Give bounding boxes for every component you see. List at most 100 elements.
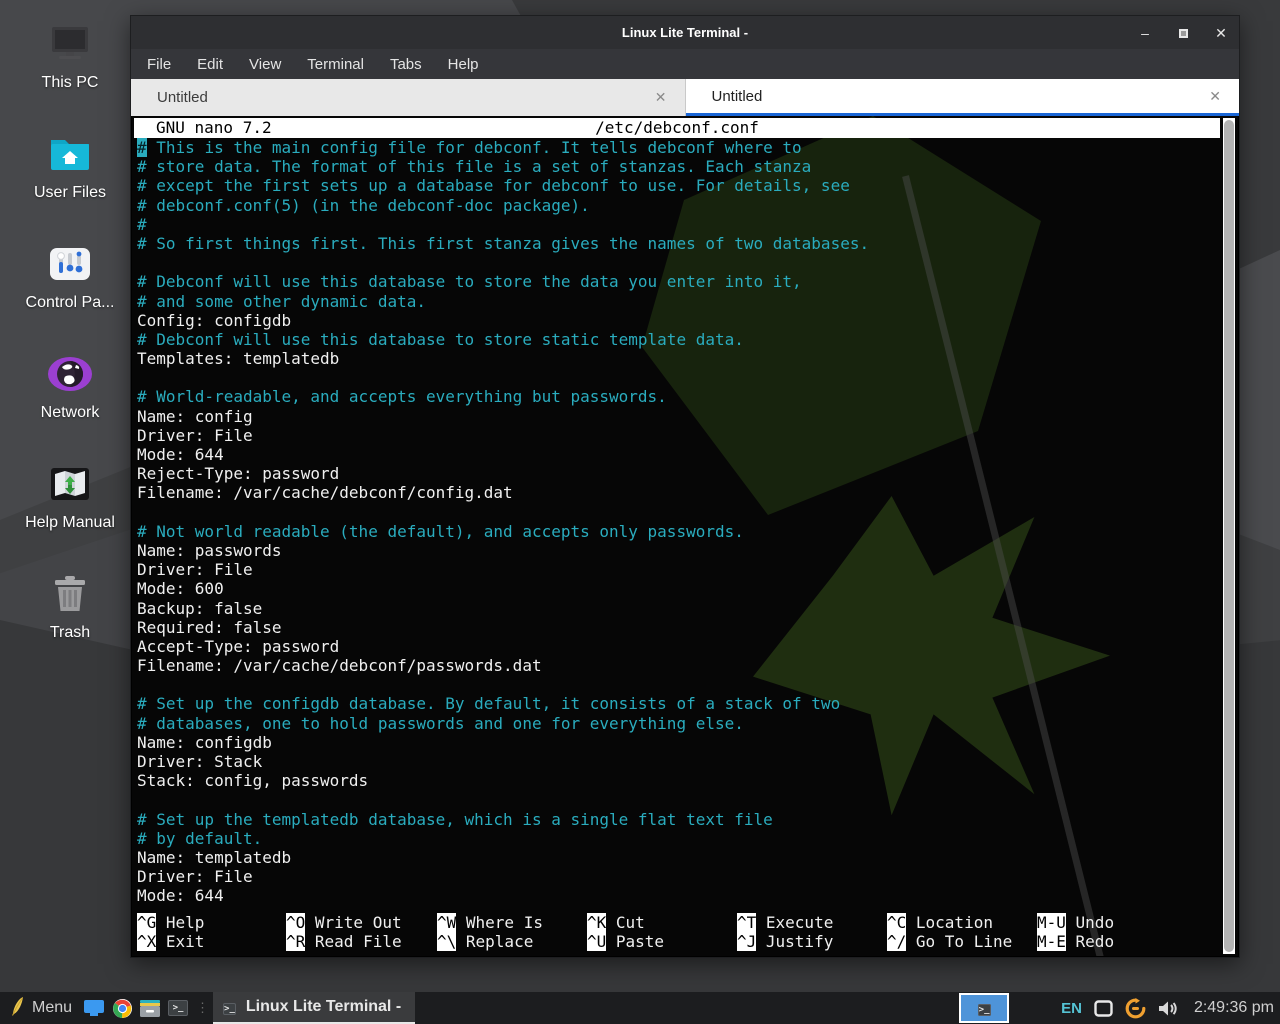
menu-terminal[interactable]: Terminal	[307, 56, 364, 73]
scrollbar[interactable]	[1223, 118, 1235, 954]
clock[interactable]: 2:49:36 pm	[1190, 999, 1274, 1017]
desktop-icon-label: Trash	[50, 624, 90, 642]
menu-edit[interactable]: Edit	[197, 56, 223, 73]
task-button-terminal[interactable]: >_ Linux Lite Terminal -	[213, 992, 415, 1024]
editor-line: Name: passwords	[137, 541, 1218, 560]
shortcut-key: ^G	[137, 913, 156, 932]
maximize-button[interactable]	[1175, 26, 1191, 40]
editor-line: Filename: /var/cache/debconf/passwords.d…	[137, 656, 1218, 675]
editor-line: # This is the main config file for debco…	[137, 138, 1218, 157]
nano-shortcut: ^C Location	[887, 913, 1037, 932]
desktop-icon-column: This PC User Files Contr	[10, 16, 130, 676]
editor-line: Templates: templatedb	[137, 349, 1218, 368]
desktop-icon-help-manual[interactable]: Help Manual	[10, 456, 130, 566]
nano-shortcut: ^T Execute	[737, 913, 887, 932]
editor-line: Driver: File	[137, 867, 1218, 886]
chrome-icon[interactable]	[108, 992, 136, 1024]
desktop-icon-label: This PC	[42, 74, 99, 92]
editor-line: Stack: config, passwords	[137, 771, 1218, 790]
menu-bar: File Edit View Terminal Tabs Help	[131, 49, 1239, 79]
nano-shortcut: ^R Read File	[286, 932, 437, 951]
editor-line: Config: configdb	[137, 311, 1218, 330]
monitor-icon	[46, 16, 94, 68]
editor-line	[137, 503, 1218, 522]
shortcut-key: ^C	[887, 913, 906, 932]
minimize-button[interactable]: –	[1137, 26, 1153, 40]
clipboard-icon[interactable]	[1094, 1000, 1113, 1017]
shortcut-key: ^J	[737, 932, 756, 951]
editor-line: # and some other dynamic data.	[137, 292, 1218, 311]
scrollbar-thumb[interactable]	[1224, 120, 1234, 952]
editor-line: Name: config	[137, 407, 1218, 426]
editor-line: # Set up the templatedb database, which …	[137, 810, 1218, 829]
editor-line: Reject-Type: password	[137, 464, 1218, 483]
shortcut-key: ^/	[887, 932, 906, 951]
editor-line: Name: configdb	[137, 733, 1218, 752]
menu-file[interactable]: File	[147, 56, 171, 73]
sliders-icon	[46, 236, 94, 288]
nano-shortcut: M-U Undo	[1037, 913, 1197, 932]
menu-button-label: Menu	[32, 999, 72, 1017]
shortcut-key: M-E	[1037, 932, 1066, 951]
editor-line: # except the first sets up a database fo…	[137, 176, 1218, 195]
desktop-icon-this-pc[interactable]: This PC	[10, 16, 130, 126]
editor-line	[137, 675, 1218, 694]
desktop-icon-trash[interactable]: Trash	[10, 566, 130, 676]
tab-untitled-2[interactable]: Untitled ✕	[686, 79, 1240, 116]
editor-line: Mode: 644	[137, 445, 1218, 464]
menu-help[interactable]: Help	[448, 56, 479, 73]
shortcut-key: ^\	[437, 932, 456, 951]
close-button[interactable]: ✕	[1213, 26, 1229, 40]
show-desktop-icon[interactable]	[80, 992, 108, 1024]
nano-shortcut-bar: ^G Help^O Write Out^W Where Is^K Cut^T E…	[137, 913, 1218, 951]
nano-shortcut: ^X Exit	[137, 932, 286, 951]
editor-line: Filename: /var/cache/debconf/config.dat	[137, 483, 1218, 502]
editor-line: Required: false	[137, 618, 1218, 637]
terminal-launcher-icon[interactable]: >_	[164, 992, 192, 1024]
desktop-icon-label: Help Manual	[25, 514, 115, 532]
shortcut-row-2: ^X Exit^R Read File^\ Replace^U Paste^J …	[137, 932, 1218, 951]
editor-line: # Not world readable (the default), and …	[137, 522, 1218, 541]
window-titlebar[interactable]: Linux Lite Terminal - – ✕	[131, 16, 1239, 49]
editor-line: # by default.	[137, 829, 1218, 848]
editor-line: # debconf.conf(5) (in the debconf-doc pa…	[137, 196, 1218, 215]
nano-shortcut: ^J Justify	[737, 932, 887, 951]
editor-line	[137, 368, 1218, 387]
workspace-pager[interactable]: >_	[959, 993, 1009, 1023]
shortcut-key: ^T	[737, 913, 756, 932]
tab-close-icon[interactable]: ✕	[1205, 88, 1225, 105]
window-controls: – ✕	[1137, 16, 1229, 49]
nano-title-bar: GNU nano 7.2 /etc/debconf.conf	[134, 118, 1220, 138]
taskbar: Menu >_ ⋮ >_ Linux Lite Terminal -	[0, 992, 1280, 1024]
terminal-content[interactable]: GNU nano 7.2 /etc/debconf.conf # This is…	[132, 116, 1238, 956]
editor-line: #	[137, 215, 1218, 234]
shortcut-key: ^W	[437, 913, 456, 932]
tab-close-icon[interactable]: ✕	[651, 89, 671, 106]
nano-shortcut: ^/ Go To Line	[887, 932, 1037, 951]
menu-button[interactable]: Menu	[6, 992, 80, 1024]
editor-line	[137, 253, 1218, 272]
text-cursor: #	[137, 138, 147, 157]
update-notifier-icon[interactable]	[1125, 998, 1146, 1019]
menu-tabs[interactable]: Tabs	[390, 56, 422, 73]
trash-icon	[46, 566, 94, 618]
keyboard-layout-indicator[interactable]: EN	[1061, 1000, 1082, 1017]
shortcut-key: ^X	[137, 932, 156, 951]
home-folder-icon	[46, 126, 94, 178]
taskbar-separator: ⋮	[192, 1000, 211, 1016]
shortcut-key: ^R	[286, 932, 305, 951]
nano-filename: /etc/debconf.conf	[134, 118, 1220, 138]
desktop-icon-network[interactable]: Network	[10, 346, 130, 456]
tab-label: Untitled	[145, 89, 651, 106]
desktop-icon-user-files[interactable]: User Files	[10, 126, 130, 236]
linux-lite-feather-icon	[10, 996, 24, 1021]
editor-line: # Set up the configdb database. By defau…	[137, 694, 1218, 713]
desktop-icon-control-panel[interactable]: Control Pa...	[10, 236, 130, 346]
editor-line: Backup: false	[137, 599, 1218, 618]
menu-view[interactable]: View	[249, 56, 281, 73]
tab-untitled-1[interactable]: Untitled ✕	[131, 79, 686, 116]
nano-shortcut: M-E Redo	[1037, 932, 1197, 951]
tab-bar: Untitled ✕ Untitled ✕	[131, 79, 1239, 116]
file-manager-icon[interactable]	[136, 992, 164, 1024]
volume-icon[interactable]	[1158, 1000, 1178, 1017]
